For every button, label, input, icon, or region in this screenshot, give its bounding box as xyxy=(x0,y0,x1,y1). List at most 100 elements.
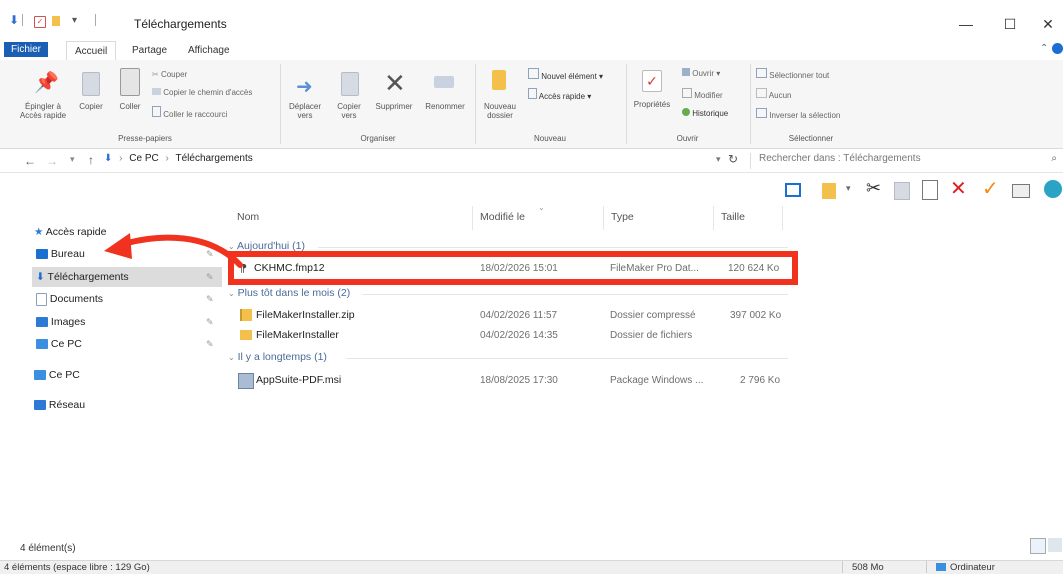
checkbox-icon[interactable]: ✓ xyxy=(34,16,46,28)
search-box[interactable]: Rechercher dans : Téléchargements ⌕ xyxy=(750,153,1061,169)
properties-icon: ✓ xyxy=(642,70,662,92)
copy-to-button[interactable]: Copier vers xyxy=(332,70,366,130)
tab-partage[interactable]: Partage xyxy=(124,43,175,58)
address-field[interactable]: ⬇ › Ce PC › Téléchargements xyxy=(104,153,744,169)
table-row[interactable]: FileMakerInstaller.zip 04/02/2026 11:57 … xyxy=(232,306,798,326)
file-type: Dossier de fichiers xyxy=(610,330,693,341)
delete-toolbar-icon[interactable]: ✕ xyxy=(950,176,967,201)
select-all-button[interactable]: Sélectionner tout xyxy=(756,68,829,80)
open-label: Ouvrir xyxy=(692,69,715,78)
rename-toolbar-icon[interactable] xyxy=(1012,184,1030,198)
pin-quick-access-button[interactable]: 📌 Épingler à Accès rapide xyxy=(20,70,66,130)
file-name: AppSuite-PDF.msi xyxy=(256,374,342,386)
nav-item-images[interactable]: Images ✎ xyxy=(36,313,222,331)
table-row[interactable]: AppSuite-PDF.msi 18/08/2025 17:30 Packag… xyxy=(232,370,798,392)
nav-this-pc-label: Ce PC xyxy=(48,369,80,381)
delete-label: Supprimer xyxy=(375,102,413,111)
globe-icon[interactable] xyxy=(1044,180,1062,198)
nav-this-pc[interactable]: Ce PC xyxy=(34,366,80,384)
group-header-label: Il y a longtemps (1) xyxy=(237,351,327,363)
cut-button[interactable]: ✂ Couper xyxy=(152,70,187,79)
column-header-modified[interactable]: Modifié le xyxy=(480,211,525,223)
refresh-icon[interactable]: ↻ xyxy=(728,152,738,166)
minimize-button[interactable]: — xyxy=(946,16,986,34)
tab-affichage[interactable]: Affichage xyxy=(180,43,238,58)
close-button[interactable]: ✕ xyxy=(1028,16,1063,34)
address-dropdown-icon[interactable]: ▾ xyxy=(716,154,721,165)
paste-toolbar-icon[interactable] xyxy=(922,180,938,200)
nav-item-documents[interactable]: Documents ✎ xyxy=(36,290,222,308)
recent-dropdown-icon[interactable]: ▾ xyxy=(70,154,75,165)
paste-shortcut-button[interactable]: Coller le raccourci xyxy=(152,106,227,119)
file-type: Package Windows ... xyxy=(610,375,704,386)
highlight-box xyxy=(228,251,798,285)
file-modified: 04/02/2026 11:57 xyxy=(480,310,558,321)
edit-button[interactable]: Modifier xyxy=(682,88,723,100)
nav-item-ce-pc[interactable]: Ce PC ✎ xyxy=(36,335,222,353)
new-item-label: Nouvel élément xyxy=(541,72,597,81)
rename-icon xyxy=(434,76,454,88)
paste-button[interactable]: Coller xyxy=(114,66,146,126)
sort-chevron-icon: ⌄ xyxy=(538,203,545,212)
cut-icon[interactable]: ✂ xyxy=(866,178,881,199)
details-view-icon[interactable] xyxy=(1030,538,1046,554)
easy-access-icon xyxy=(528,88,537,99)
properties-button[interactable]: ✓ Propriétés xyxy=(630,66,674,128)
nav-network-label: Réseau xyxy=(48,399,86,411)
divider xyxy=(603,206,604,230)
group-header-earlier-this-month[interactable]: ⌄ Plus tôt dans le mois (2) xyxy=(228,287,350,299)
move-to-button[interactable]: ➜ Déplacer vers xyxy=(288,70,322,130)
search-input[interactable]: Rechercher dans : Téléchargements xyxy=(759,153,921,164)
help-icon[interactable] xyxy=(1052,43,1063,54)
folder-icon[interactable] xyxy=(52,16,60,26)
download-arrow-icon[interactable]: ⬇ xyxy=(8,13,20,27)
pin-icon[interactable]: ✎ xyxy=(206,313,214,331)
invert-selection-button[interactable]: Inverser la sélection xyxy=(756,108,840,120)
folder-options-icon[interactable] xyxy=(822,183,836,199)
breadcrumb-ce-pc[interactable]: Ce PC xyxy=(129,153,158,164)
new-item-button[interactable]: Nouvel élément ▾ xyxy=(528,68,603,81)
easy-access-button[interactable]: Accès rapide ▾ xyxy=(528,88,591,101)
copy-path-button[interactable]: Copier le chemin d'accès xyxy=(152,88,252,97)
history-button[interactable]: Historique xyxy=(682,108,728,118)
quick-access-dropdown-icon[interactable]: ▾ xyxy=(72,15,77,26)
nav-item-label: Images xyxy=(50,316,86,328)
search-icon[interactable]: ⌕ xyxy=(1051,153,1057,164)
breadcrumb-separator-icon: › xyxy=(165,153,169,164)
rename-label: Renommer xyxy=(425,102,465,111)
new-folder-button[interactable]: Nouveau dossier xyxy=(480,66,520,128)
copy-label: Copier xyxy=(79,102,103,111)
tab-fichier[interactable]: Fichier xyxy=(4,42,49,57)
rename-button[interactable]: Renommer xyxy=(420,66,470,126)
desktop-icon xyxy=(36,249,48,260)
open-button[interactable]: Ouvrir ▾ xyxy=(682,68,720,78)
total-size-text: 508 Mo xyxy=(852,562,884,573)
column-header-size[interactable]: Taille xyxy=(721,211,745,223)
check-toolbar-icon[interactable]: ✓ xyxy=(982,176,999,201)
select-all-icon xyxy=(756,68,767,78)
up-arrow-icon[interactable]: ↑ xyxy=(88,153,94,167)
large-icons-view-icon[interactable] xyxy=(1048,538,1062,552)
item-count: 4 élément(s) xyxy=(20,543,76,554)
pin-icon: 📌 xyxy=(34,72,59,94)
back-arrow-icon[interactable]: ← xyxy=(24,154,36,168)
maximize-button[interactable]: ☐ xyxy=(990,16,1030,34)
group-divider xyxy=(362,294,788,295)
select-none-button[interactable]: Aucun xyxy=(756,88,791,100)
ribbon-collapse-icon[interactable]: ⌃ xyxy=(1040,43,1048,54)
copy-toolbar-icon[interactable] xyxy=(894,182,910,200)
nav-network[interactable]: Réseau xyxy=(34,396,85,414)
breadcrumb-downloads[interactable]: Téléchargements xyxy=(175,153,252,164)
table-row[interactable]: FileMakerInstaller 04/02/2026 14:35 Doss… xyxy=(232,326,798,346)
preview-pane-icon[interactable] xyxy=(785,183,801,197)
paste-label: Coller xyxy=(119,102,141,111)
group-header-long-ago[interactable]: ⌄ Il y a longtemps (1) xyxy=(228,351,327,363)
delete-x-icon: ✕ xyxy=(384,68,406,98)
pin-icon[interactable]: ✎ xyxy=(206,335,214,353)
copy-button[interactable]: Copier xyxy=(76,70,106,130)
column-header-type[interactable]: Type xyxy=(611,211,634,223)
toolbar-dropdown-icon[interactable]: ▾ xyxy=(846,183,851,194)
delete-button[interactable]: ✕ Supprimer xyxy=(372,66,416,126)
forward-arrow-icon[interactable]: → xyxy=(46,154,58,168)
pin-icon[interactable]: ✎ xyxy=(206,290,214,308)
